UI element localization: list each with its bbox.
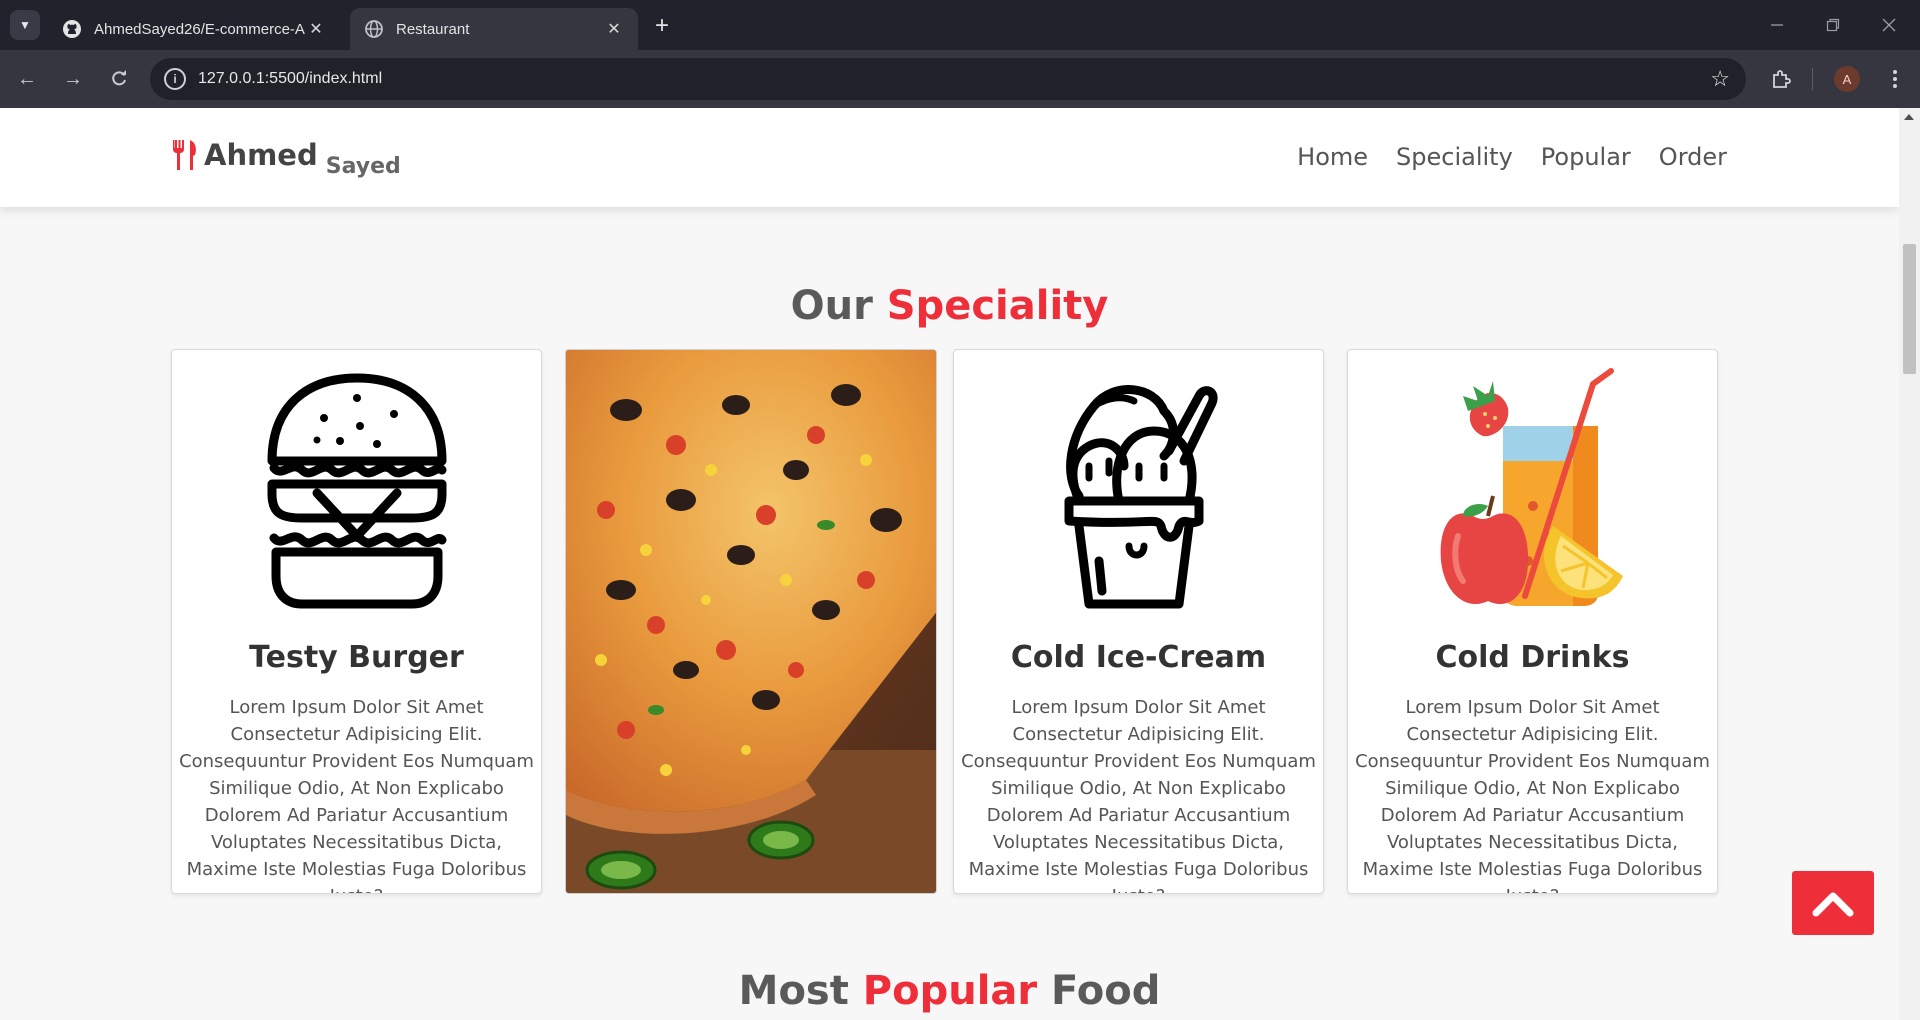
main-nav: Home Speciality Popular Order: [1297, 143, 1727, 171]
chevron-down-icon: ▼: [19, 18, 31, 32]
browser-tab-strip: ▼ AhmedSayed26/E-commerce-A ✕ Restaurant…: [0, 0, 1920, 50]
burger-icon: [172, 366, 541, 616]
reload-button[interactable]: [104, 64, 134, 94]
nav-link-home[interactable]: Home: [1297, 143, 1368, 171]
restore-icon: [1826, 18, 1840, 32]
restore-button[interactable]: [1818, 12, 1848, 38]
nav-link-order[interactable]: Order: [1659, 143, 1727, 171]
logo-last-name: Sayed: [325, 154, 401, 179]
scroll-to-top-button[interactable]: [1792, 871, 1874, 935]
pizza-image: [566, 350, 936, 893]
speciality-card-burger[interactable]: Testy Burger Lorem Ipsum Dolor Sit Amet …: [171, 349, 542, 894]
nav-link-speciality[interactable]: Speciality: [1396, 143, 1513, 171]
tab-restaurant[interactable]: Restaurant ✕: [350, 8, 638, 50]
close-icon: [1882, 18, 1896, 32]
card-title: Cold Ice-Cream: [1010, 640, 1267, 675]
card-description: Lorem Ipsum Dolor Sit Amet Consectetur A…: [961, 697, 1316, 893]
ice-cream-icon: [954, 366, 1323, 616]
back-button[interactable]: ←: [12, 64, 42, 94]
profile-avatar[interactable]: A: [1834, 66, 1860, 92]
forward-button[interactable]: →: [58, 64, 88, 94]
chrome-menu-button[interactable]: [1880, 64, 1910, 94]
github-icon: [62, 19, 82, 39]
url-text: 127.0.0.1:5500/index.html: [198, 70, 383, 87]
tab-github[interactable]: AhmedSayed26/E-commerce-A ✕: [48, 8, 340, 50]
toolbar-separator: [1812, 68, 1813, 90]
minimize-icon: [1771, 24, 1783, 26]
card-description: Lorem Ipsum Dolor Sit Amet Consectetur A…: [179, 697, 534, 893]
speciality-card-ice-cream[interactable]: Cold Ice-Cream Lorem Ipsum Dolor Sit Ame…: [953, 349, 1324, 894]
popular-heading: Most Popular Food: [738, 968, 1161, 1014]
arrow-right-icon: →: [63, 67, 83, 90]
close-icon[interactable]: ✕: [306, 19, 326, 39]
puzzle-icon: [1773, 70, 1791, 88]
site-info-icon[interactable]: i: [164, 68, 186, 90]
card-title: Testy Burger: [249, 640, 464, 675]
arrow-left-icon: ←: [17, 67, 37, 90]
close-window-button[interactable]: [1874, 12, 1904, 38]
new-tab-button[interactable]: +: [648, 12, 676, 40]
reload-icon: [112, 70, 126, 86]
plus-icon: +: [654, 12, 669, 39]
browser-toolbar: ← → i 127.0.0.1:5500/index.html ☆: [0, 50, 1920, 108]
chevron-up-icon: [1812, 892, 1854, 917]
drink-icon: [1348, 366, 1717, 616]
bookmark-star-icon[interactable]: ☆: [1710, 66, 1730, 92]
scroll-up-arrow-icon[interactable]: [1904, 114, 1914, 120]
logo-first-name: Ahmed: [204, 138, 318, 172]
site-header: Ahmed Sayed Home Speciality Popular Orde…: [0, 108, 1899, 207]
speciality-heading: Our Speciality: [790, 283, 1109, 329]
minimize-button[interactable]: [1762, 12, 1792, 38]
page-scrollbar[interactable]: [1899, 108, 1920, 1020]
card-title: Cold Drinks: [1435, 640, 1630, 675]
site-logo[interactable]: Ahmed Sayed: [170, 138, 401, 179]
speciality-card-drinks[interactable]: Cold Drinks Lorem Ipsum Dolor Sit Amet C…: [1347, 349, 1718, 894]
pizza-photo[interactable]: [565, 349, 937, 894]
kebab-menu-icon: [1893, 70, 1897, 88]
globe-icon: [364, 19, 384, 39]
card-description: Lorem Ipsum Dolor Sit Amet Consectetur A…: [1355, 697, 1710, 893]
nav-link-popular[interactable]: Popular: [1541, 143, 1631, 171]
scrollbar-thumb[interactable]: [1903, 244, 1916, 374]
tab-title: AhmedSayed26/E-commerce-A: [94, 20, 305, 38]
tab-search-button[interactable]: ▼: [10, 10, 40, 40]
address-bar[interactable]: i 127.0.0.1:5500/index.html ☆: [150, 58, 1746, 100]
tab-title: Restaurant: [396, 20, 470, 38]
close-icon[interactable]: ✕: [604, 19, 624, 39]
utensils-icon: [173, 140, 196, 170]
extensions-button[interactable]: [1766, 64, 1796, 94]
page-viewport: Ahmed Sayed Home Speciality Popular Orde…: [0, 108, 1899, 1020]
